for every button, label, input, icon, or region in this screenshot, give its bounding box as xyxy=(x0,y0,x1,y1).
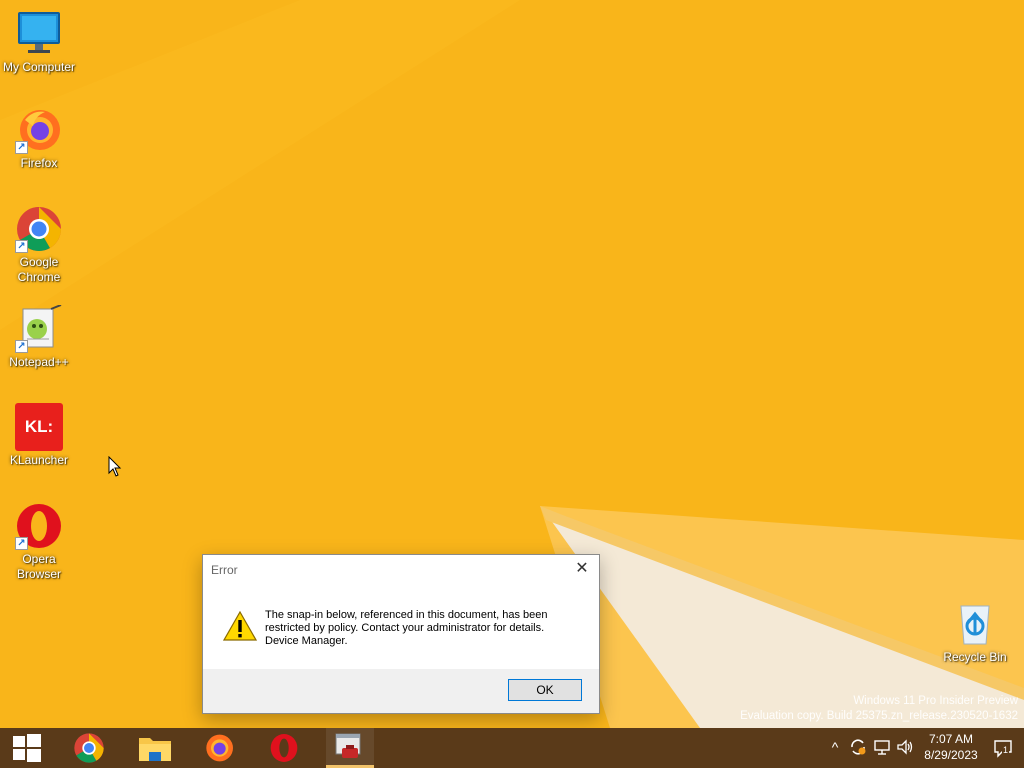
evaluation-watermark: Windows 11 Pro Insider Preview Evaluatio… xyxy=(740,694,1018,724)
taskbar-opera[interactable] xyxy=(253,728,313,768)
dialog-message-line: restricted by policy. Contact your admin… xyxy=(265,622,545,634)
windows-logo-icon xyxy=(13,734,41,762)
show-hidden-icons-chevron-icon[interactable]: ^ xyxy=(826,738,844,756)
start-button[interactable] xyxy=(0,728,60,768)
folder-icon xyxy=(139,738,171,761)
klauncher-icon: KL: xyxy=(15,403,63,451)
taskbar-file-explorer[interactable] xyxy=(123,728,183,768)
management-console-icon xyxy=(335,733,361,758)
dialog-message-line: Device Manager. xyxy=(265,635,348,647)
dialog-message: The snap-in below, referenced in this do… xyxy=(265,609,585,648)
network-icon[interactable] xyxy=(873,738,891,756)
recycle-bin-icon xyxy=(951,600,999,648)
opera-icon: ↗ xyxy=(15,502,63,550)
desktop-icon-label: Recycle Bin xyxy=(943,650,1007,664)
shortcut-arrow-icon: ↗ xyxy=(15,240,28,253)
desktop-icon-recycle-bin[interactable]: Recycle Bin xyxy=(937,600,1013,665)
notification-badge: 1 xyxy=(1002,745,1010,755)
notepadpp-icon: ↗ xyxy=(15,304,63,353)
warning-icon xyxy=(222,610,258,641)
volume-icon[interactable] xyxy=(896,738,914,756)
desktop-icon-label: Google Chrome xyxy=(17,255,61,284)
opera-icon xyxy=(270,734,298,762)
sync-icon[interactable] xyxy=(849,738,867,756)
desktop-icon-label: Opera Browser xyxy=(16,552,61,581)
chrome-icon: ↗ xyxy=(15,205,63,253)
shortcut-arrow-icon: ↗ xyxy=(15,340,28,353)
taskbar-firefox[interactable] xyxy=(188,728,248,768)
desktop-icon-my-computer[interactable]: My Computer xyxy=(1,10,77,75)
dialog-title: Error xyxy=(211,563,238,577)
desktop-icon-label: Notepad++ xyxy=(9,355,69,369)
notification-center-icon[interactable]: 1 xyxy=(993,738,1013,758)
desktop-icon-notepadpp[interactable]: ↗ Notepad++ xyxy=(1,304,77,370)
dialog-message-line: The snap-in below, referenced in this do… xyxy=(265,609,548,621)
dialog-button-bar: OK xyxy=(203,669,599,713)
dialog-message-area: The snap-in below, referenced in this do… xyxy=(203,585,599,669)
taskbar-management-console[interactable] xyxy=(326,728,374,768)
desktop: My Computer ↗ Firefox ↗ Google Chrome ↗ … xyxy=(0,0,1024,728)
clock-date: 8/29/2023 xyxy=(924,748,978,762)
desktop-icon-firefox[interactable]: ↗ Firefox xyxy=(1,106,77,171)
watermark-line-1: Windows 11 Pro Insider Preview xyxy=(853,695,1018,707)
mouse-cursor-icon xyxy=(108,456,122,477)
desktop-icon-opera-browser[interactable]: ↗ Opera Browser xyxy=(1,502,77,582)
desktop-icon-label: KLauncher xyxy=(9,453,69,467)
clock[interactable]: 7:07 AM 8/29/2023 xyxy=(918,731,984,763)
monitor-icon xyxy=(15,10,63,58)
firefox-icon xyxy=(206,734,233,762)
chrome-icon xyxy=(74,733,104,763)
close-icon[interactable]: ✕ xyxy=(571,559,593,579)
error-dialog: Error ✕ The snap-in below, referenced in… xyxy=(202,554,600,714)
taskbar-chrome[interactable] xyxy=(58,728,118,768)
shortcut-arrow-icon: ↗ xyxy=(15,537,28,550)
desktop-icon-label: My Computer xyxy=(2,60,76,74)
clock-time: 7:07 AM xyxy=(928,732,974,746)
firefox-icon: ↗ xyxy=(15,106,63,154)
desktop-icon-google-chrome[interactable]: ↗ Google Chrome xyxy=(1,205,77,285)
ok-button[interactable]: OK xyxy=(508,679,582,701)
taskbar: ^ 7:07 AM 8/29/2023 1 xyxy=(0,728,1024,768)
watermark-line-2: Evaluation copy. Build 25375.zn_release.… xyxy=(740,710,1018,722)
desktop-icon-klauncher[interactable]: KL: KLauncher xyxy=(1,403,77,468)
desktop-icon-label: Firefox xyxy=(20,156,58,170)
shortcut-arrow-icon: ↗ xyxy=(15,141,28,154)
